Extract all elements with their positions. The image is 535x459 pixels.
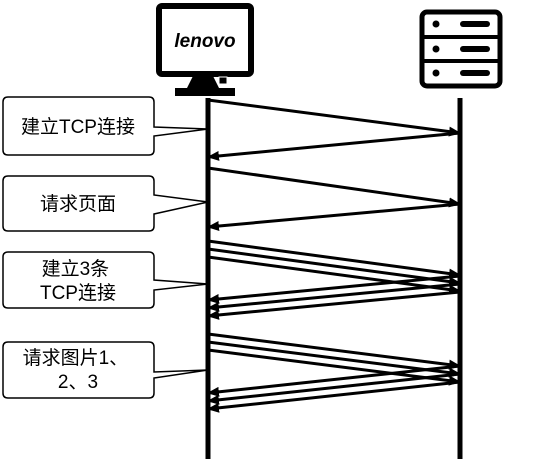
callout-label: 请求页面 [40, 193, 116, 215]
monitor-icon: lenovo [156, 3, 254, 96]
request-arrow [207, 247, 461, 287]
request-arrow [207, 166, 461, 208]
callout-label-line: 建立3条 [42, 258, 110, 280]
step-request-images: 请求图片1、 2、3 [2, 332, 461, 413]
brand-logo-text: lenovo [174, 31, 235, 52]
callout-label-line: 请求图片1、 [23, 347, 129, 369]
request-arrow [207, 239, 461, 279]
request-arrow [207, 255, 461, 295]
step-tcp-handshake: 建立TCP连接 [2, 96, 461, 161]
callout-label-line: TCP连接 [40, 282, 116, 304]
request-arrow [207, 332, 461, 370]
step-request-page: 请求页面 [2, 166, 461, 232]
sequence-diagram: lenovo 建立TCP连接 请求页面 建立3条 TCP连接 请求图片1、 2、… [2, 3, 503, 459]
callout-label-line: 请求页面 [40, 193, 116, 215]
callout-label-line: 建立TCP连接 [21, 116, 135, 138]
callout-label-line: 2、3 [58, 372, 98, 393]
server-rack-icon [419, 9, 503, 89]
callout-label: 建立TCP连接 [21, 116, 135, 138]
response-arrow [207, 202, 461, 231]
step-three-tcp-connections: 建立3条 TCP连接 [2, 239, 461, 320]
request-arrow [207, 98, 461, 137]
response-arrow [207, 131, 461, 161]
